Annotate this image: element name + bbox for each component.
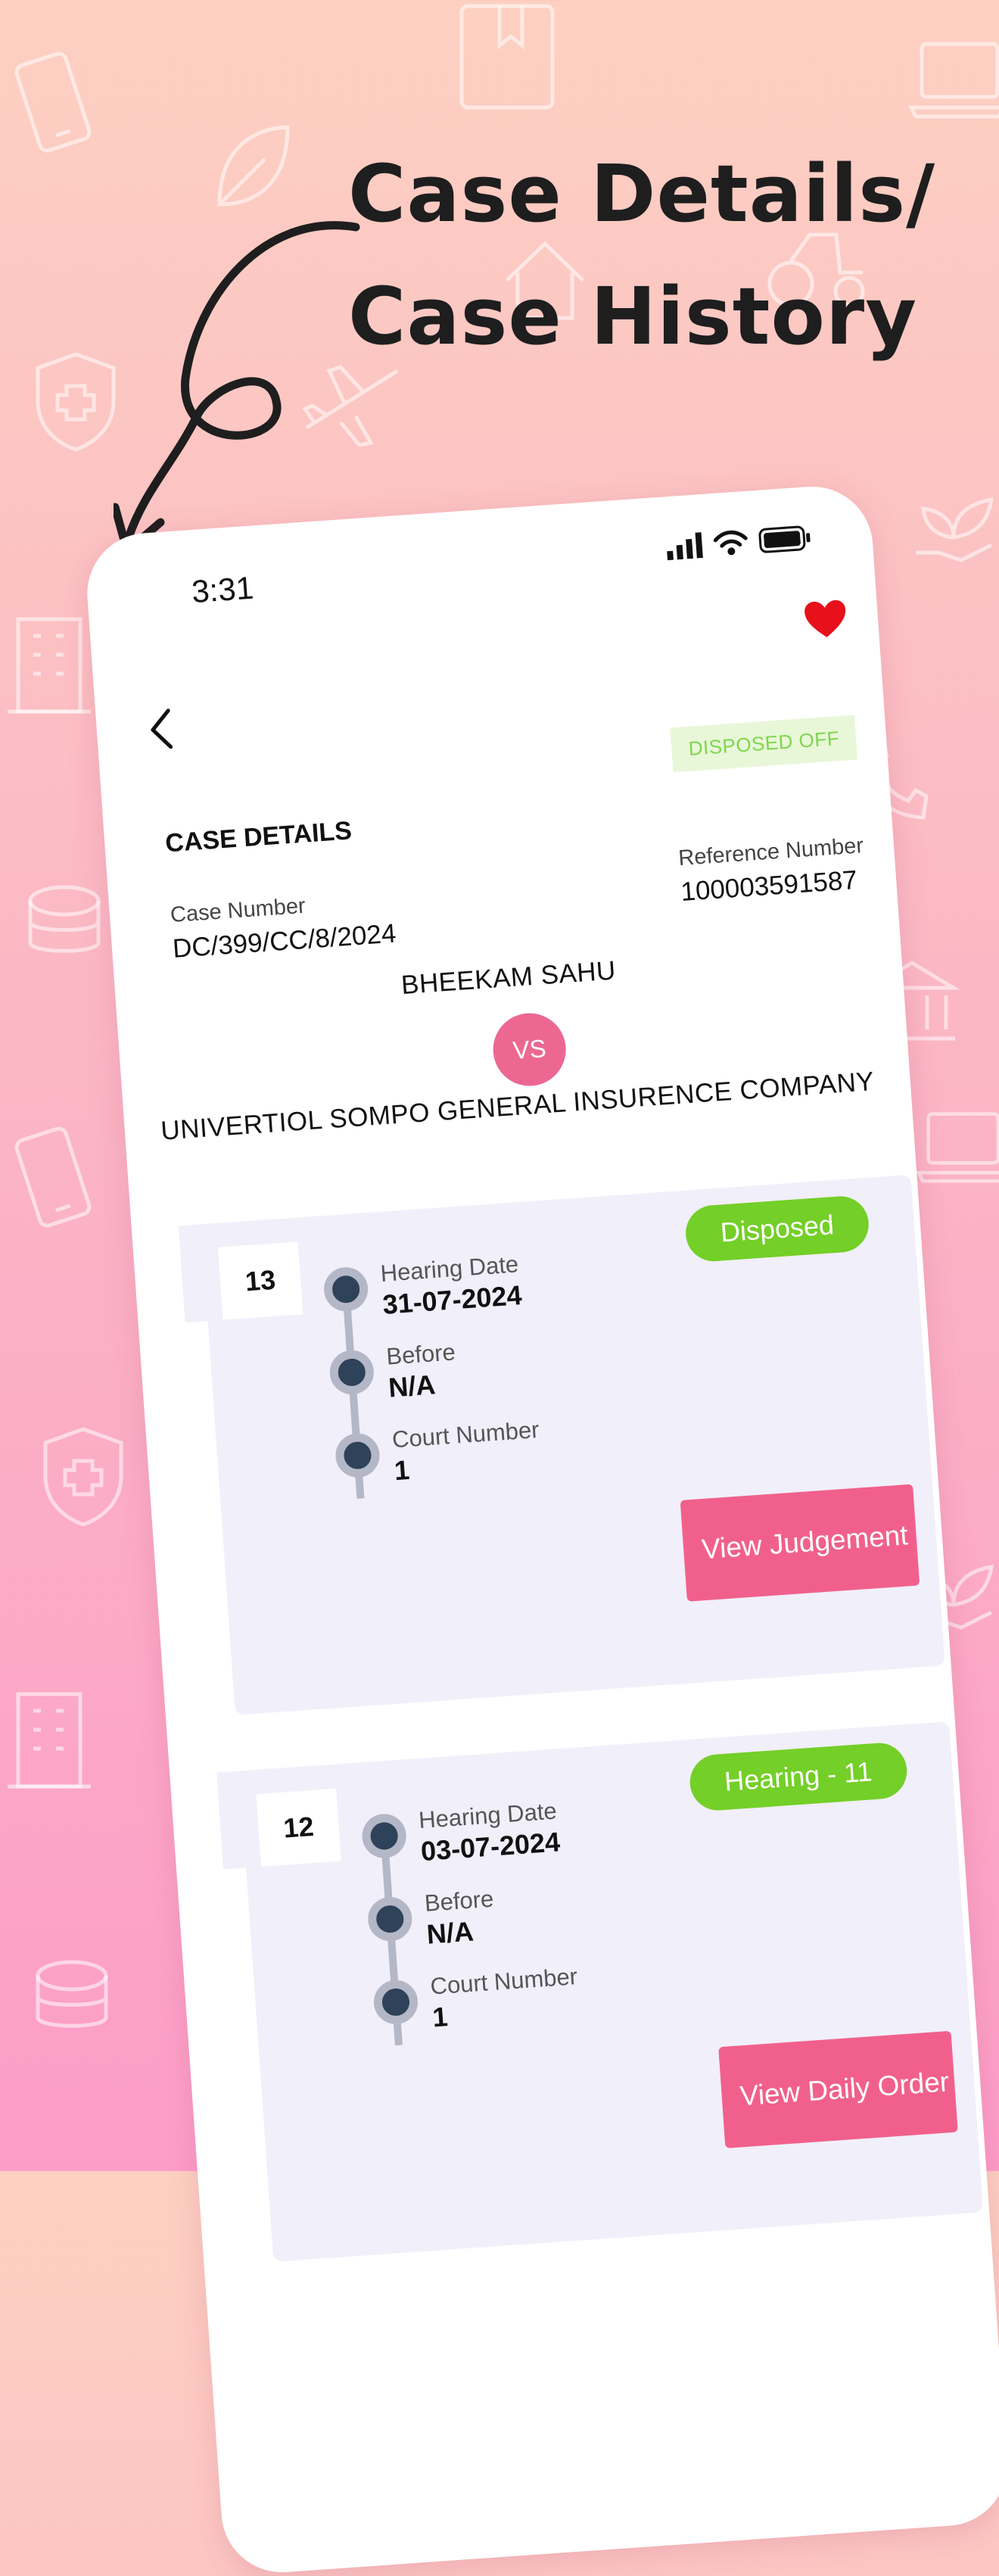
phone-icon	[14, 51, 92, 153]
building-icon	[8, 1688, 91, 1794]
before-label: Before	[385, 1338, 456, 1370]
coins-icon	[23, 878, 114, 969]
hearing-timeline: Hearing Date 31-07-2024 Before N/A Court…	[322, 1251, 545, 1519]
hearing-card: 12 Hearing - 11 Hearing Date 03-07-2024 …	[216, 1721, 984, 2263]
leaf-icon	[212, 121, 295, 212]
timeline-item-court-number: Court Number 1	[372, 1963, 583, 2065]
before-value: N/A	[425, 1915, 475, 1950]
reference-number-block: Reference Number 100003591587	[677, 833, 867, 908]
wifi-icon	[712, 529, 749, 561]
view-daily-order-button[interactable]: View Daily Order	[718, 2030, 958, 2148]
building-icon	[8, 613, 91, 719]
phone-icon	[14, 1126, 92, 1228]
reference-number-value: 100003591587	[680, 864, 858, 908]
page-title: CASE DETAILS	[164, 816, 353, 858]
hearing-timeline: Hearing Date 03-07-2024 Before N/A Court…	[360, 1798, 583, 2065]
view-judgement-button[interactable]: View Judgement	[680, 1484, 920, 1602]
curved-arrow-icon	[110, 204, 371, 564]
timeline-item-hearing-date: Hearing Date 31-07-2024	[322, 1251, 533, 1352]
hearing-number: 13	[217, 1241, 303, 1320]
timeline-item-hearing-date: Hearing Date 03-07-2024	[360, 1798, 571, 1899]
plant-hand-icon	[908, 484, 999, 575]
before-label: Before	[423, 1885, 495, 1917]
vs-badge: VS	[490, 1011, 568, 1089]
promo-headline: Case Details/ Case History	[348, 132, 935, 378]
favorite-heart-icon[interactable]	[802, 598, 849, 644]
book-icon	[454, 0, 560, 114]
timeline-dot	[360, 1812, 408, 1860]
hearing-status-badge: Disposed	[683, 1194, 871, 1263]
back-chevron-icon[interactable]	[144, 706, 177, 757]
battery-icon	[758, 525, 813, 558]
timeline-dot	[372, 1978, 419, 2026]
timeline-item-court-number: Court Number 1	[334, 1416, 545, 1519]
timeline-dot	[366, 1895, 414, 1943]
shield-plus-icon	[38, 1423, 129, 1529]
case-status-chip: DISPOSED OFF	[670, 715, 857, 773]
signal-icon	[666, 532, 705, 564]
before-value: N/A	[387, 1369, 437, 1403]
status-icons	[666, 525, 813, 564]
status-time: 3:31	[190, 569, 255, 610]
hearing-card: 13 Disposed Hearing Date 31-07-2024 Befo…	[178, 1174, 945, 1715]
headline-line-2: Case History	[348, 270, 917, 363]
shield-plus-icon	[30, 348, 121, 454]
headline-line-1: Case Details/	[348, 148, 936, 240]
laptop-icon	[908, 38, 999, 121]
timeline-dot	[322, 1266, 370, 1313]
timeline-dot	[334, 1431, 381, 1479]
laptop-icon	[916, 1105, 999, 1188]
phone-screen: 3:31 DISPOSED OFF CASE DETAILS Case Numb…	[83, 482, 999, 2576]
case-number-block: Case Number DC/399/CC/8/2024	[170, 888, 397, 964]
coins-icon	[30, 1953, 121, 2044]
hearing-number: 12	[256, 1788, 341, 1867]
hearing-status-badge: Hearing - 11	[687, 1741, 909, 1813]
timeline-dot	[328, 1348, 375, 1396]
